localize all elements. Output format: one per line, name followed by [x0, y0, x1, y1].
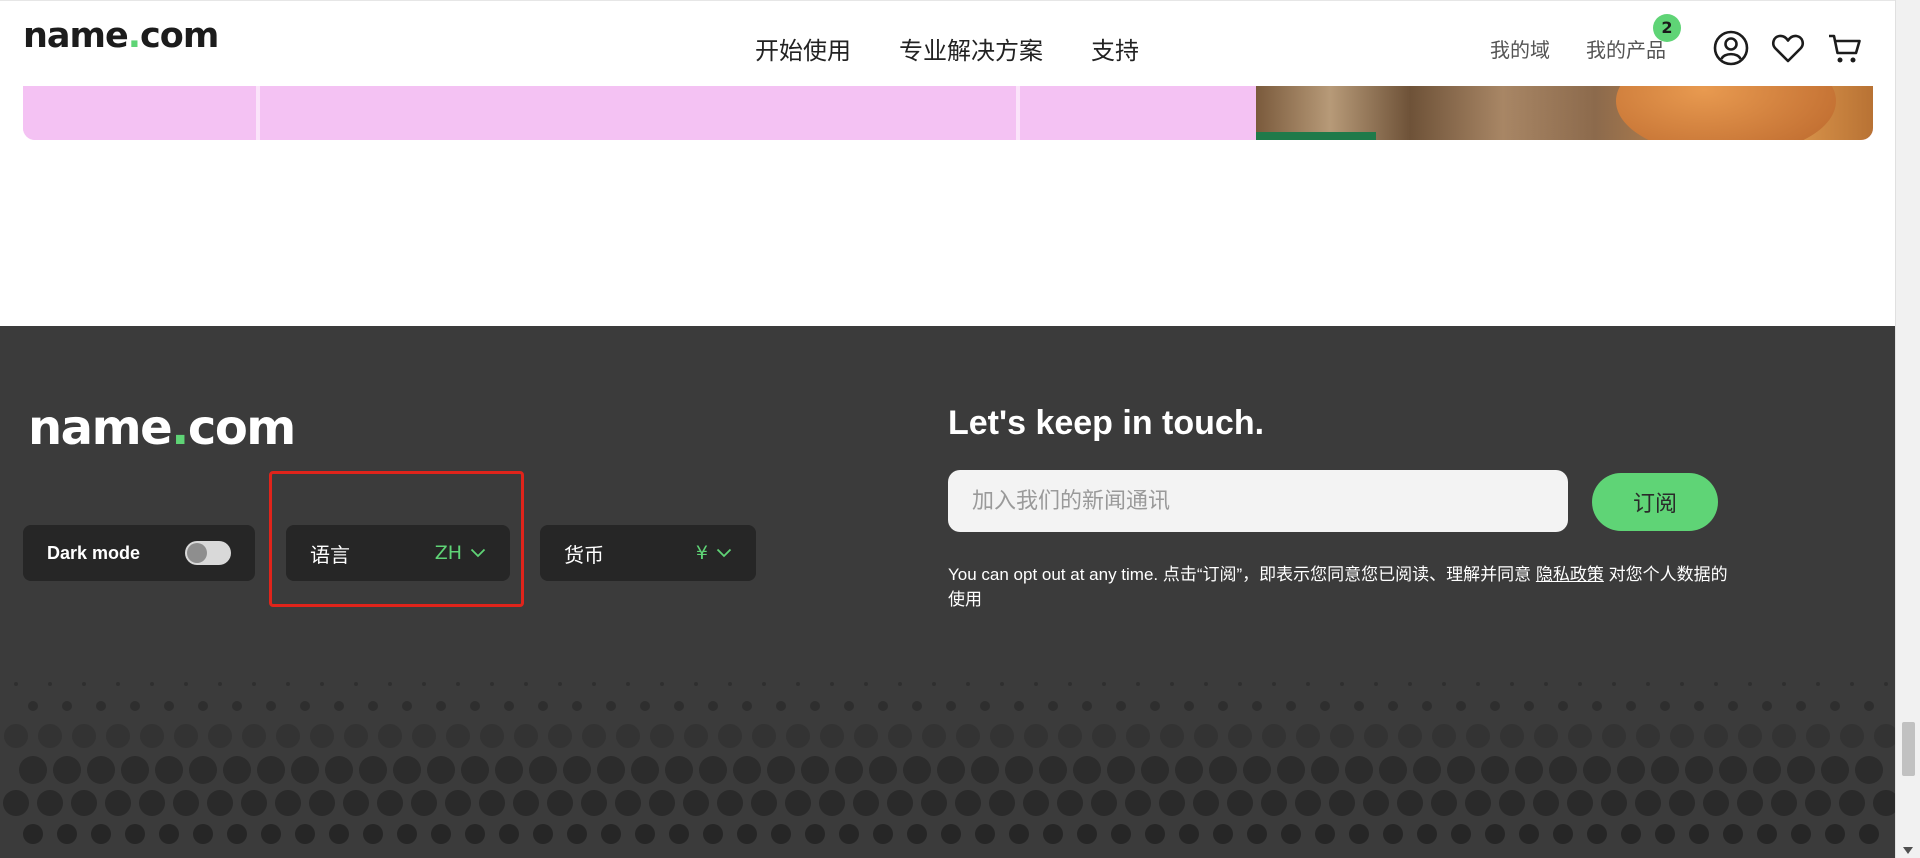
main-nav: 开始使用 专业解决方案 支持: [755, 31, 1139, 66]
nav-pro-solutions[interactable]: 专业解决方案: [899, 31, 1043, 66]
account-icon[interactable]: [1712, 29, 1750, 67]
nav-get-started[interactable]: 开始使用: [755, 31, 851, 66]
newsletter-title: Let's keep in touch.: [948, 404, 1265, 442]
chevron-down-icon: [470, 548, 486, 558]
banner-divider: [256, 86, 260, 140]
newsletter-legal-text: You can opt out at any time. 点击“订阅”，即表示您…: [948, 562, 1728, 612]
footer-logo-dot: .: [171, 400, 189, 456]
logo-text-name: name: [23, 16, 129, 56]
heart-icon[interactable]: [1769, 29, 1807, 67]
site-footer: name.com Dark mode 语言 ZH 货币 ¥ Let's keep…: [0, 326, 1895, 858]
my-products-label: 我的产品: [1586, 38, 1666, 62]
banner-divider: [1016, 86, 1020, 140]
banner-photo: [1256, 86, 1873, 140]
switch-knob: [187, 543, 207, 563]
page-scrollbar[interactable]: [1895, 0, 1920, 858]
site-header: name.com 开始使用 专业解决方案 支持 我的域 我的产品 2: [0, 0, 1895, 86]
dark-mode-switch[interactable]: [185, 541, 231, 565]
footer-dot-pattern: [3, 682, 1895, 844]
my-domains-link[interactable]: 我的域: [1490, 34, 1550, 63]
legal-prefix: You can opt out at any time. 点击“订阅”，即表示您…: [948, 565, 1536, 584]
chevron-down-icon: [716, 548, 732, 558]
account-links: 我的域 我的产品 2: [1490, 14, 1681, 63]
dark-mode-label: Dark mode: [47, 542, 141, 563]
language-value: ZH: [434, 542, 462, 564]
scroll-down-arrow-icon[interactable]: [1903, 847, 1913, 854]
footer-logo[interactable]: name.com: [28, 404, 296, 452]
banner-photo-detail: [1256, 132, 1376, 140]
my-products-link[interactable]: 我的产品 2: [1586, 14, 1681, 63]
privacy-policy-link[interactable]: 隐私政策: [1536, 565, 1604, 584]
banner-pink-panel: [23, 86, 1256, 140]
footer-logo-tld: com: [187, 400, 296, 456]
currency-selector[interactable]: 货币 ¥: [540, 525, 756, 581]
newsletter-email-input[interactable]: [948, 470, 1568, 532]
language-label: 语言: [310, 542, 350, 567]
language-selector[interactable]: 语言 ZH: [286, 525, 510, 581]
dark-mode-toggle[interactable]: Dark mode: [23, 525, 255, 581]
currency-value: ¥: [695, 542, 708, 564]
currency-label: 货币: [564, 542, 604, 567]
logo-dot: .: [127, 16, 141, 56]
footer-logo-name: name: [28, 400, 173, 456]
cart-icon[interactable]: [1826, 29, 1864, 67]
site-logo[interactable]: name.com: [23, 16, 219, 56]
hero-banner: [23, 86, 1873, 140]
subscribe-button[interactable]: 订阅: [1592, 473, 1718, 531]
scrollbar-thumb[interactable]: [1902, 722, 1915, 776]
logo-text-tld: com: [140, 16, 219, 56]
banner-photo-pouf: [1616, 86, 1836, 140]
nav-support[interactable]: 支持: [1091, 31, 1139, 66]
products-count-badge: 2: [1653, 14, 1681, 42]
